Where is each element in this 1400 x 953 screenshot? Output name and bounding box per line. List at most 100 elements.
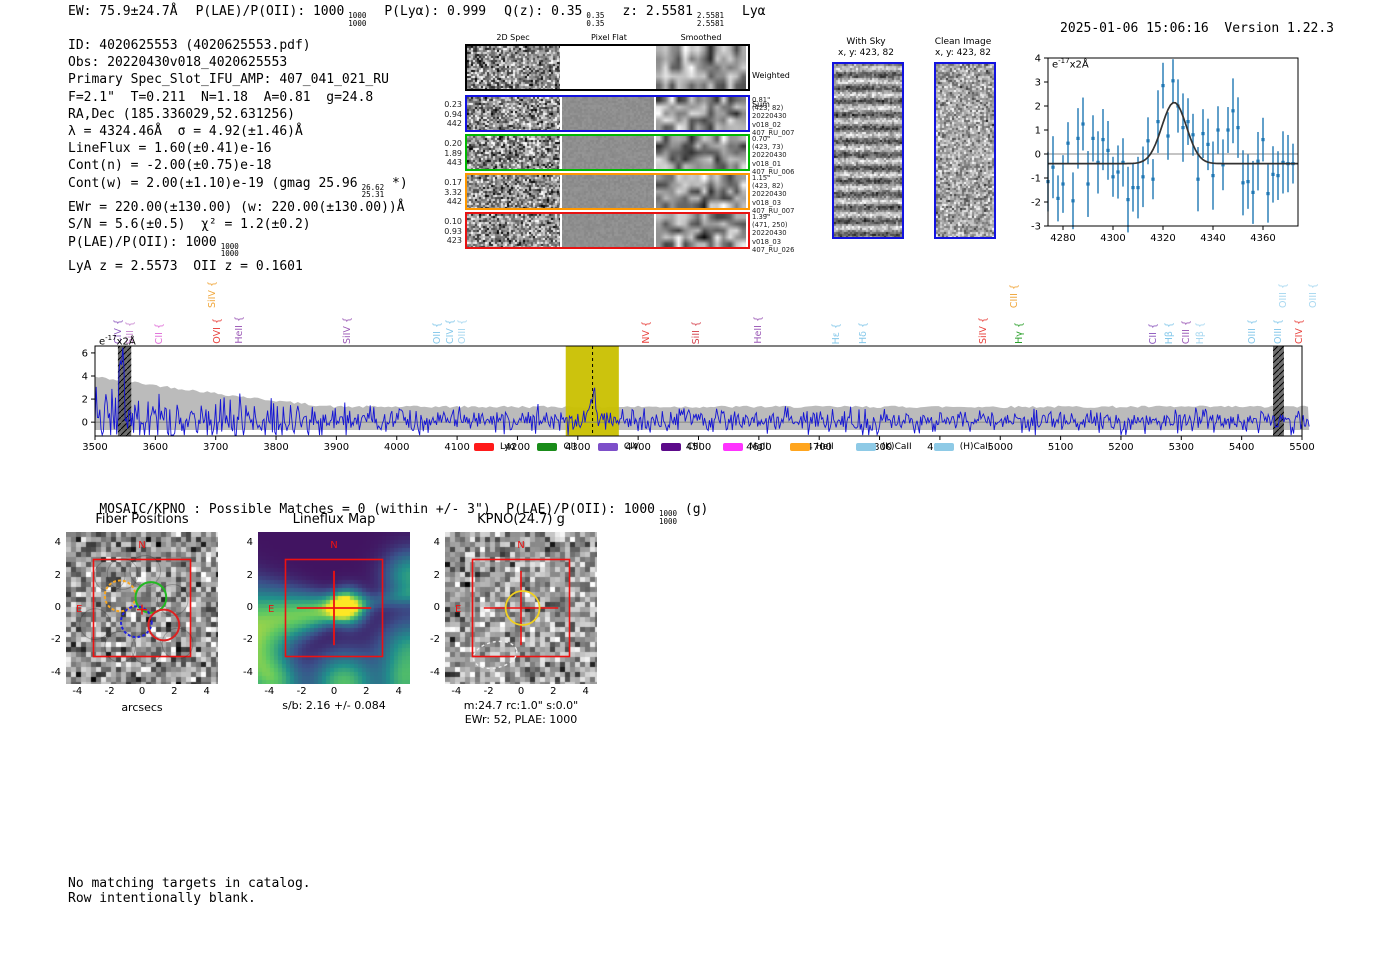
cutout-row-annotation: 0.70" (423, 73) 20220430 v018_01 407_RU_006 [752,135,795,176]
cutout-pixelflat-image [562,97,654,130]
info-line-11: P(LAE)/P(OII): 1000 1000 1000 [68,234,239,259]
header-stat-3: Q(z): 0.35 0.35 0.35 [504,4,605,28]
cutout-row-4 [465,212,750,249]
lineflux-map-title: Lineflux Map [292,512,376,527]
svg-text:5000: 5000 [988,442,1013,453]
fiber-xtick: -4 [72,686,83,697]
fiber-xtick: 2 [171,686,178,697]
fiber-ytick: -4 [51,666,61,678]
cutout-row-3 [465,173,750,210]
info-line-0: ID: 4020625553 (4020625553.pdf) [68,38,311,53]
emission-line-label-ciii-16: CIII { [1009,283,1020,308]
legend-swatch [474,443,494,451]
clean-image-title: Clean Image x, y: 423, 82 [934,37,992,58]
report-datetime: 2025-01-06 15:06:16 [1060,21,1209,37]
svg-text:3600: 3600 [143,442,168,453]
clean-image [934,62,996,239]
svg-text:4000: 4000 [384,442,409,453]
legend-label: CIV [623,442,639,452]
svg-text:5500: 5500 [1289,442,1314,453]
header-stat-1: P(LAE)/P(OII): 1000 1000 1000 [195,4,367,28]
legend-item-5: HeII [790,442,834,452]
cutout-row-left-labels: 0.20 1.89 443 [444,139,462,167]
kpno-ytick: -4 [430,666,440,678]
svg-text:3500: 3500 [82,442,107,453]
kpno-ytick: 0 [433,602,440,613]
svg-text:3700: 3700 [203,442,228,453]
svg-text:2: 2 [1035,102,1041,113]
cutout-2dspec-image [467,97,560,130]
kpno-xtick: 0 [517,686,525,697]
legend-swatch [933,443,954,451]
header-meta: 2025-01-06 15:06:16 Version 1.22.3 [1029,3,1334,55]
header-stats: EW: 75.9±24.7Å P(LAE)/P(OII): 1000 1000 100… [68,3,783,28]
svg-text:4300: 4300 [1100,233,1125,244]
elixer-report-page: EW: 75.9±24.7Å P(LAE)/P(OII): 1000 1000 100… [0,0,1400,953]
svg-text:N: N [330,540,337,551]
cutout-row-2 [465,134,750,171]
legend-swatch [660,443,681,451]
spectrum-legend: Lyα OII CIV CIII MgII HeII (K)CaII (H)CaII [474,442,991,452]
svg-text:4320: 4320 [1150,233,1175,244]
info-line-6: LineFlux = 1.60(±0.41)e-16 [68,141,272,157]
svg-text:2: 2 [82,395,88,406]
fiber-xtick: 4 [203,686,210,697]
svg-text:5100: 5100 [1048,442,1073,453]
lineflux-ytick: 4 [246,537,253,549]
kpno-ytick: 2 [433,569,440,581]
header-stat-5: Lyα [742,4,766,19]
svg-text:4: 4 [1035,54,1041,65]
lineflux-ytick: 0 [246,602,253,613]
legend-item-0: Lyα [474,442,515,452]
legend-label: Lyα [500,442,516,452]
legend-item-1: OII [537,442,576,452]
legend-item-6: (K)CaII [855,442,912,452]
cutout-smoothed-image [656,175,746,208]
cutout-smoothed-image [656,46,746,89]
col-header-2dspec: 2D Spec [496,33,530,42]
svg-text:-3: -3 [1031,222,1041,233]
svg-text:0: 0 [1035,150,1041,161]
cutout-2dspec-image [467,136,560,169]
legend-label: MgII [749,442,769,452]
svg-text:E: E [455,604,461,615]
kpno-caption-1: m:24.7 rc:1.0" s:0.0" [463,699,579,712]
legend-item-7: (H)CaII [933,442,991,452]
svg-text:N: N [517,540,524,551]
cutout-2dspec-image [467,214,560,247]
kpno-xtick: -2 [483,686,494,697]
line-fit-plot: -3 -2 -1 0 1 2 3 4 4280 4300 4320 4340 4360 [1020,48,1365,248]
cutout-pixelflat-image [562,175,654,208]
cutout-row-0 [465,44,750,91]
info-line-7: Cont(n) = -2.00(±0.75)e-18 [68,158,272,174]
fitplot-flux-units-label: e-17x2Å [1052,57,1089,71]
col-header-pixelflat: Pixel Flat [591,33,627,42]
footer-note-2: Row intentionally blank. [68,891,256,906]
fiber-xtick: 0 [138,686,146,697]
detection-info-block: ID: 4020625553 (4020625553.pdf) Obs: 2022… [68,37,408,275]
fiber-positions-title: Fiber Positions [95,512,189,527]
svg-text:4: 4 [82,372,88,383]
lineflux-xtick: 4 [395,686,402,697]
kpno-ytick: 4 [433,537,440,549]
svg-text:-2: -2 [1031,198,1041,209]
header-stat-0: EW: 75.9±24.7Å [68,4,178,19]
svg-text:5400: 5400 [1229,442,1254,453]
info-line-4: RA,Dec (185.336029,52.631256) [68,106,295,122]
legend-label: OII [563,442,576,452]
cutout-smoothed-image [656,214,746,247]
cutout-smoothed-image [656,136,746,169]
svg-text:3900: 3900 [324,442,349,453]
cutout-2dspec-image [467,46,560,89]
info-line-1: Obs: 20220430v018_4020625553 [68,55,288,71]
legend-swatch [855,443,876,451]
cutout-pixelflat-image [562,214,654,247]
cutout-row-left-labels: 0.10 0.93 423 [444,217,462,245]
emission-line-label-oiii-25: OIII { [1308,283,1319,308]
legend-item-2: CIV [597,442,639,452]
full-spectrum-plot: 3500 3600 3700 3800 3900 4000 4100 4200 4300 4400… [55,333,1400,458]
legend-swatch [790,443,811,451]
lineflux-caption: s/b: 2.16 +/- 0.084 [282,699,386,712]
info-line-8: Cont(w) = 2.00(±1.10)e-19 (gmag 25.96 26.… [68,175,408,200]
col-header-smoothed: Smoothed [680,33,722,42]
